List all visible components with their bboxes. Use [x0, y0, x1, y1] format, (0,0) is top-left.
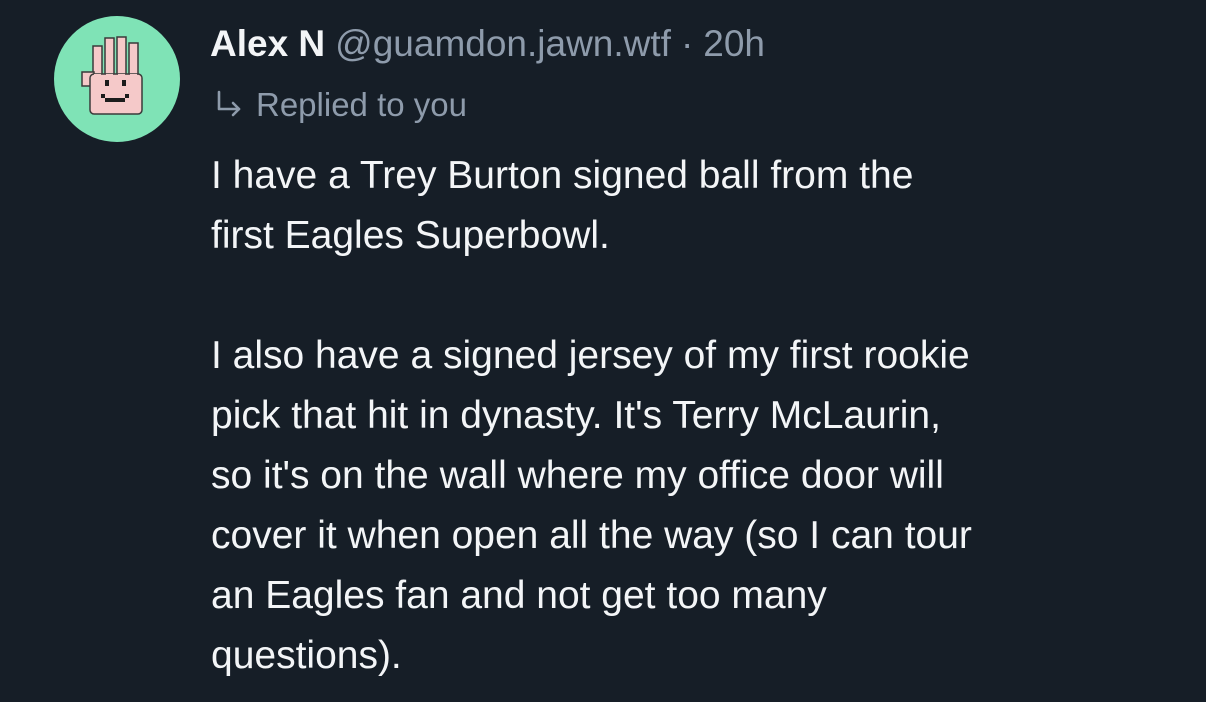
post-timestamp[interactable]: 20h	[703, 23, 765, 64]
post-text-line: an Eagles fan and not get too many	[211, 574, 827, 617]
waving-hand-smiley-icon	[81, 36, 143, 115]
reply-label: Replied to you	[256, 86, 467, 123]
post-body: I have a Trey Burton signed ball from th…	[211, 146, 1186, 686]
post-text-line: so it's on the wall where my office door…	[211, 454, 944, 497]
reply-arrow-icon	[212, 82, 246, 128]
post-text-line: I have a Trey Burton signed ball from th…	[211, 154, 914, 197]
reply-indicator: Replied to you	[212, 82, 467, 128]
post-text-line: questions).	[211, 634, 402, 677]
post-text-line: pick that hit in dynasty. It's Terry McL…	[211, 394, 941, 437]
post-paragraph: I have a Trey Burton signed ball from th…	[211, 146, 1186, 266]
separator-dot: ·	[680, 23, 694, 64]
post-text-line: first Eagles Superbowl.	[211, 214, 610, 257]
author-name[interactable]: Alex N	[210, 23, 325, 64]
post-paragraph: I also have a signed jersey of my first …	[211, 326, 1186, 686]
post-text-line: I also have a signed jersey of my first …	[211, 334, 970, 377]
post-header: Alex N @guamdon.jawn.wtf · 20h	[210, 20, 765, 68]
avatar[interactable]	[54, 16, 180, 142]
post-text-line: cover it when open all the way (so I can…	[211, 514, 972, 557]
reply-post[interactable]: Alex N @guamdon.jawn.wtf · 20h Replied to y…	[0, 0, 1206, 702]
author-handle[interactable]: @guamdon.jawn.wtf	[335, 23, 671, 64]
